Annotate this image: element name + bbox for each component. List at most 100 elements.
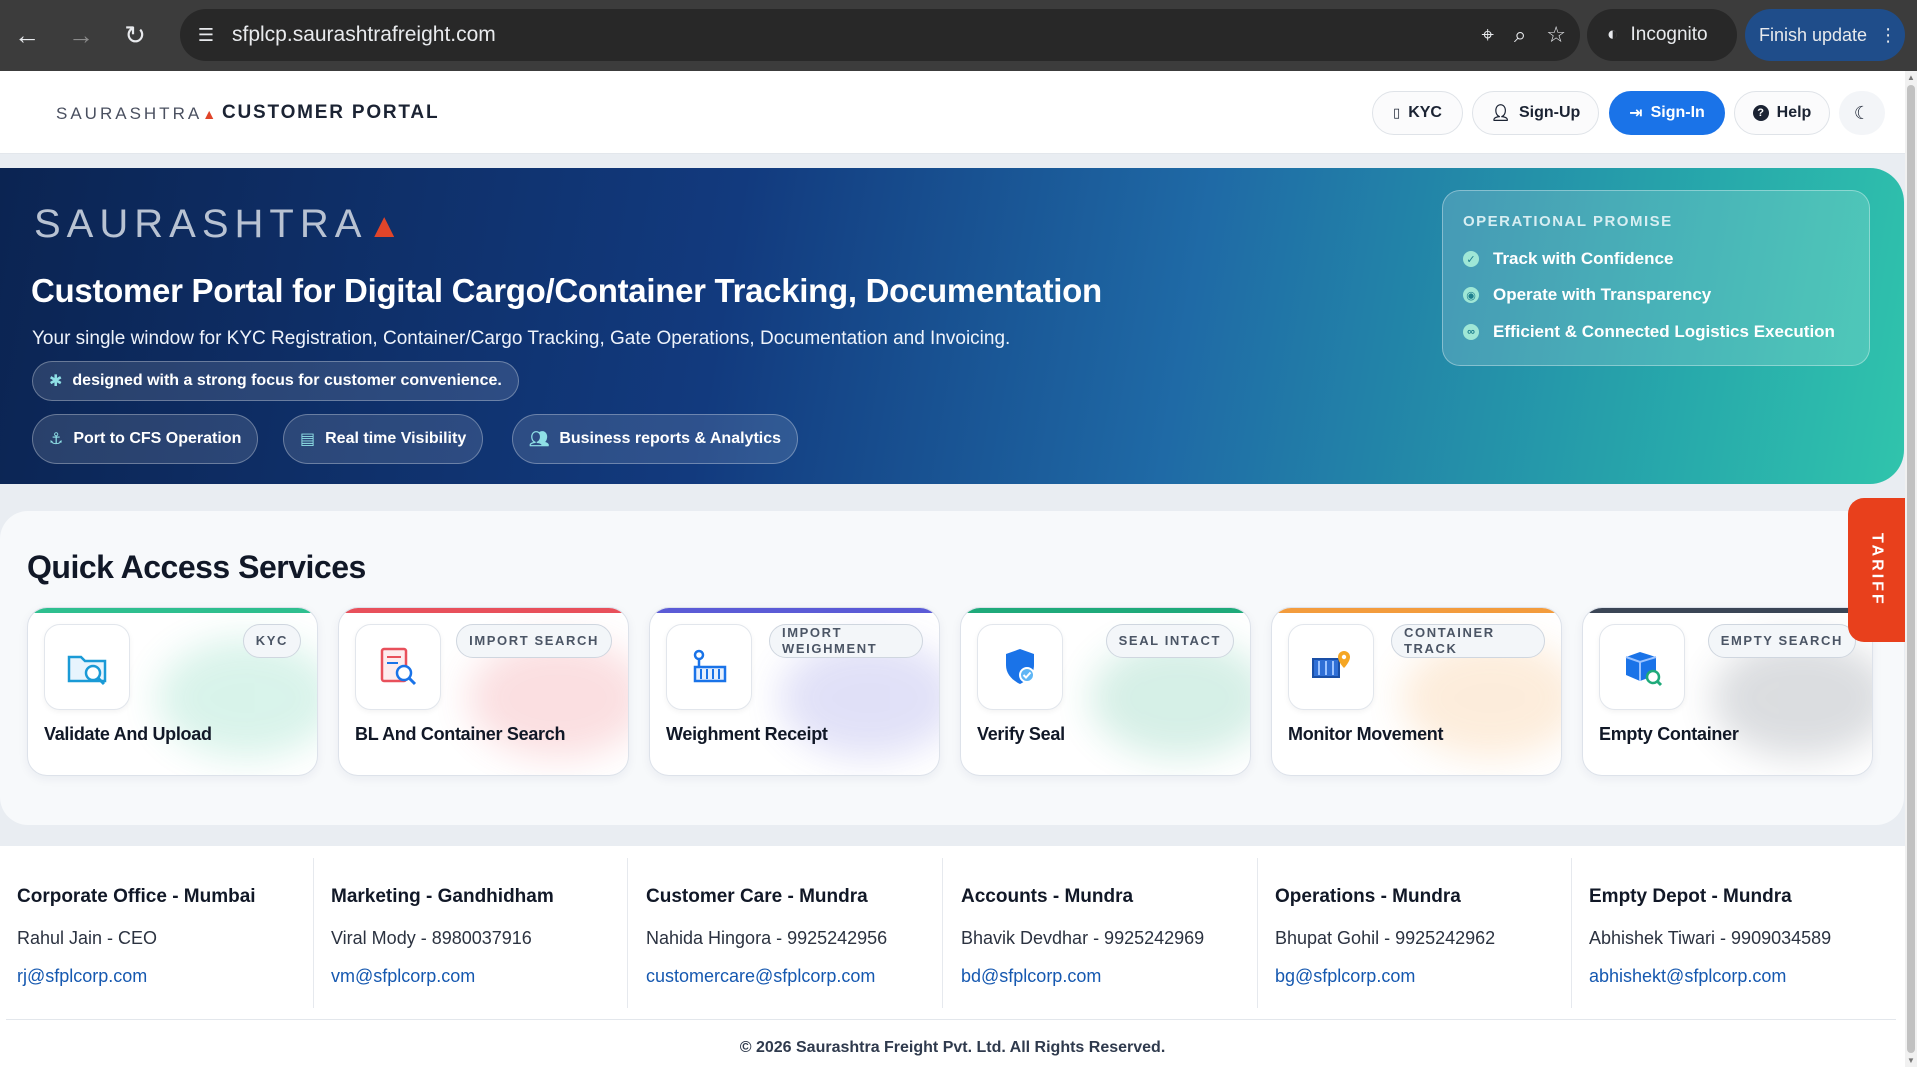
signup-button-label: Sign-Up (1518, 104, 1581, 121)
kyc-button[interactable]: ▯ KYC (1372, 91, 1463, 135)
tariff-tab[interactable]: TARIFF (1848, 498, 1905, 642)
browser-toolbar: ← → ↻ ☰ sfplcp.saurashtrafreight.com ⌖ ⌕… (0, 0, 1917, 71)
pill-real-time-visibility: ▤ Real time Visibility (283, 414, 484, 464)
promise-item-text: Operate with Transparency (1493, 285, 1712, 304)
contact-title: Customer Care - Mundra (646, 886, 868, 907)
address-bar[interactable]: ☰ sfplcp.saurashtrafreight.com ⌖ ⌕ ☆ (180, 9, 1580, 61)
site-header: SAURASHTRA▲ CUSTOMER PORTAL ▯ KYC 👤︎ Sig… (0, 71, 1905, 154)
card-label: Validate And Upload (44, 724, 212, 744)
more-vert-icon[interactable]: ⋮ (1879, 25, 1897, 46)
service-card-monitor-movement[interactable]: CONTAINER TRACK Monitor Movement (1271, 607, 1562, 776)
card-badge: IMPORT SEARCH (456, 624, 612, 658)
contact-person: Nahida Hingora - 9925242956 (646, 928, 888, 948)
reload-button[interactable]: ↻ (108, 0, 162, 71)
footer-divider (6, 1019, 1896, 1020)
contact-email-link[interactable]: rj@sfplcorp.com (17, 966, 147, 987)
help-circle-icon: ? (1752, 105, 1769, 121)
card-accent-bar (28, 608, 317, 613)
help-button-label: Help (1776, 104, 1812, 121)
bookmark-star-icon[interactable]: ☆ (1546, 22, 1566, 48)
scrollbar-thumb[interactable] (1907, 85, 1915, 1053)
site-settings-icon[interactable]: ☰ (180, 25, 232, 46)
card-badge: IMPORT WEIGHMENT (769, 624, 923, 658)
tariff-label: TARIFF (1868, 533, 1886, 607)
service-card-bl-container-search[interactable]: IMPORT SEARCH BL And Container Search (338, 607, 629, 776)
service-card-validate-upload[interactable]: KYC Validate And Upload (27, 607, 318, 776)
sign-in-icon: ⇥ (1629, 105, 1643, 122)
arrow-left-icon: ← (14, 20, 40, 50)
back-button[interactable]: ← (0, 0, 54, 71)
contact-email-link[interactable]: bd@sfplcorp.com (961, 966, 1101, 987)
location-icon[interactable]: ⌖ (1482, 22, 1494, 48)
contact-email-link[interactable]: abhishekt@sfplcorp.com (1589, 966, 1786, 987)
contact-person: Bhupat Gohil - 9925242962 (1275, 928, 1496, 948)
logo-triangle-icon: ▲ (202, 106, 220, 122)
signup-button[interactable]: 👤︎ Sign-Up (1472, 91, 1599, 135)
card-badge: CONTAINER TRACK (1391, 624, 1545, 658)
card-badge: KYC (242, 624, 301, 658)
card-label: Empty Container (1599, 724, 1739, 744)
reload-icon: ↻ (124, 20, 146, 50)
footer: Corporate Office - Mumbai Rahul Jain - C… (0, 846, 1905, 1067)
finish-update-button[interactable]: Finish update ⋮ (1745, 9, 1905, 61)
card-label: BL And Container Search (355, 724, 566, 744)
scroll-down-icon[interactable]: ▼ (1907, 1056, 1915, 1065)
card-badge: EMPTY SEARCH (1707, 624, 1856, 658)
moon-icon: ☾ (1853, 102, 1871, 123)
service-card-verify-seal[interactable]: SEAL INTACT Verify Seal (960, 607, 1251, 776)
pill-label: Port to CFS Operation (73, 430, 242, 447)
portal-title: CUSTOMER PORTAL (222, 102, 440, 123)
user-plus-icon: 👤︎ (1490, 105, 1511, 122)
theme-toggle-button[interactable]: ☾ (1839, 91, 1885, 135)
address-url[interactable]: sfplcp.saurashtrafreight.com (232, 23, 496, 47)
card-label: Verify Seal (977, 724, 1065, 744)
card-badge: SEAL INTACT (1105, 624, 1234, 658)
hero-logo: SAURASHTRA▲ (34, 202, 407, 247)
card-accent-bar (1272, 608, 1561, 613)
card-accent-bar (961, 608, 1250, 613)
contact-email-link[interactable]: vm@sfplcorp.com (331, 966, 475, 987)
hero-logo-text: SAURASHTRA (34, 202, 368, 246)
contact-title: Operations - Mundra (1275, 886, 1461, 907)
asterisk-icon: ✱ (49, 373, 63, 390)
header-logo-text: SAURASHTRA (56, 104, 203, 123)
operational-promise-panel: OPERATIONAL PROMISE ✓ Track with Confide… (1442, 190, 1870, 366)
contact-title: Corporate Office - Mumbai (17, 886, 256, 907)
pill-label: Real time Visibility (325, 430, 467, 447)
zoom-icon[interactable]: ⌕ (1514, 22, 1526, 48)
card-accent-bar (650, 608, 939, 613)
promise-item: ∞ Efficient & Connected Logistics Execut… (1463, 322, 1835, 342)
promise-heading: OPERATIONAL PROMISE (1463, 213, 1673, 230)
contact-column-accounts: Accounts - Mundra Bhavik Devdhar - 99252… (944, 858, 1258, 1008)
forward-button[interactable]: → (54, 0, 108, 71)
service-card-empty-container[interactable]: EMPTY SEARCH Empty Container (1582, 607, 1873, 776)
contact-column-marketing: Marketing - Gandhidham Viral Mody - 8980… (314, 858, 628, 1008)
contact-email-link[interactable]: customercare@sfplcorp.com (646, 966, 875, 987)
contact-email-link[interactable]: bg@sfplcorp.com (1275, 966, 1415, 987)
document-search-icon (355, 624, 441, 710)
copyright: © 2026 Saurashtra Freight Pvt. Ltd. All … (739, 1039, 1166, 1056)
header-logo[interactable]: SAURASHTRA▲ (56, 104, 219, 124)
anchor-icon: ⚓︎ (49, 431, 64, 448)
card-accent-bar (339, 608, 628, 613)
contact-title: Accounts - Mundra (961, 886, 1134, 907)
shield-check-icon (977, 624, 1063, 710)
logo-triangle-icon: ▲ (367, 207, 408, 245)
contact-person: Bhavik Devdhar - 9925242969 (961, 928, 1205, 948)
kyc-button-label: KYC (1408, 104, 1442, 121)
contact-title: Empty Depot - Mundra (1589, 886, 1792, 907)
contact-person: Rahul Jain - CEO (17, 928, 158, 948)
page-scrollbar[interactable]: ▲ ▼ (1905, 71, 1917, 1067)
incognito-indicator[interactable]: ◐ Incognito (1587, 9, 1737, 61)
card-label: Weighment Receipt (666, 724, 828, 744)
scroll-up-icon[interactable]: ▲ (1907, 73, 1915, 82)
incognito-icon: ◐ (1607, 24, 1619, 45)
focus-badge: ✱ designed with a strong focus for custo… (32, 361, 519, 401)
arrow-right-icon: → (68, 20, 94, 50)
user-chart-icon: 👥︎ (529, 431, 550, 448)
signin-button[interactable]: ⇥ Sign-In (1609, 91, 1725, 135)
promise-item-text: Efficient & Connected Logistics Executio… (1493, 322, 1835, 341)
help-button[interactable]: ? Help (1734, 91, 1830, 135)
service-card-weighment-receipt[interactable]: IMPORT WEIGHMENT Weighment Receipt (649, 607, 940, 776)
pill-business-reports: 👥︎ Business reports & Analytics (512, 414, 799, 464)
